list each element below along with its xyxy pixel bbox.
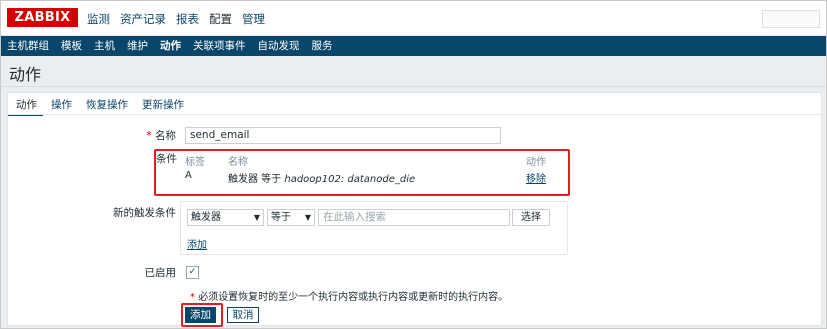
zabbix-logo[interactable]: ZABBIX [7,8,78,27]
cancel-button[interactable]: 取消 [227,307,259,323]
global-search-input[interactable] [762,10,820,28]
chevron-down-icon: ▼ [253,213,260,222]
subnav-services[interactable]: 服务 [306,36,339,56]
form-panel: 动作 操作 恢复操作 更新操作 * 名称 send_email 条件 标签 名称… [7,92,822,327]
condition-search-input[interactable]: 在此输入搜索 [318,209,510,226]
main-menu: 监测 资产记录 报表 配置 管理 [87,11,265,27]
tab-recovery-operations[interactable]: 恢复操作 [78,93,134,114]
chevron-down-icon: ▼ [304,213,311,222]
tab-update-operations[interactable]: 更新操作 [134,93,190,114]
menu-administration[interactable]: 管理 [242,11,265,27]
enabled-label: 已启用 [144,267,177,279]
required-marker: * [190,292,195,303]
add-condition-link[interactable]: 添加 [187,236,207,251]
condition-row-name: 触发器 等于 hadoop102: datanode_die [228,174,416,185]
subnav-actions[interactable]: 动作 [154,36,187,56]
form-tabs: 动作 操作 恢复操作 更新操作 [8,93,190,116]
sub-navigation: 主机群组 模板 主机 维护 动作 关联项事件 自动发现 服务 [1,36,826,56]
tab-operations[interactable]: 操作 [43,93,78,114]
page-header: 动作 [1,56,826,87]
conditions-label: 条件 [156,153,177,165]
condition-row-label: A [185,170,192,181]
top-bar: ZABBIX 监测 资产记录 报表 配置 管理 [1,1,826,36]
menu-monitoring[interactable]: 监测 [87,11,110,27]
form-hint: * 必须设置恢复时的至少一个执行内容或执行内容或更新时的执行内容。 [190,292,509,303]
subnav-host-groups[interactable]: 主机群组 [1,36,55,56]
conditions-header-label: 标签 [185,157,205,168]
condition-operator-select[interactable]: 等于 ▼ [267,209,315,226]
subnav-discovery[interactable]: 自动发现 [252,36,306,56]
add-button[interactable]: 添加 [185,307,216,323]
menu-reports[interactable]: 报表 [176,11,199,27]
subnav-hosts[interactable]: 主机 [88,36,121,56]
select-button[interactable]: 选择 [512,209,550,226]
conditions-header-name: 名称 [228,157,248,168]
subnav-templates[interactable]: 模板 [55,36,88,56]
name-input[interactable]: send_email [185,127,501,144]
conditions-header-action: 动作 [526,157,546,168]
tab-action[interactable]: 动作 [8,93,43,116]
subnav-maintenance[interactable]: 维护 [121,36,154,56]
required-marker: * [146,130,152,142]
condition-remove-link[interactable]: 移除 [526,170,546,185]
tabs-divider [8,114,821,115]
page-title: 动作 [9,65,42,84]
name-label: * 名称 [146,130,176,142]
new-condition-box: 触发器 ▼ 等于 ▼ 在此输入搜索 选择 添加 [180,201,568,255]
enabled-checkbox[interactable]: ✓ [186,266,199,279]
subnav-event-correlation[interactable]: 关联项事件 [187,36,252,56]
menu-inventory[interactable]: 资产记录 [120,11,166,27]
content-area: 动作 操作 恢复操作 更新操作 * 名称 send_email 条件 标签 名称… [1,87,826,328]
menu-configuration[interactable]: 配置 [209,11,232,27]
condition-type-select[interactable]: 触发器 ▼ [187,209,264,226]
new-condition-label: 新的触发条件 [113,207,176,219]
